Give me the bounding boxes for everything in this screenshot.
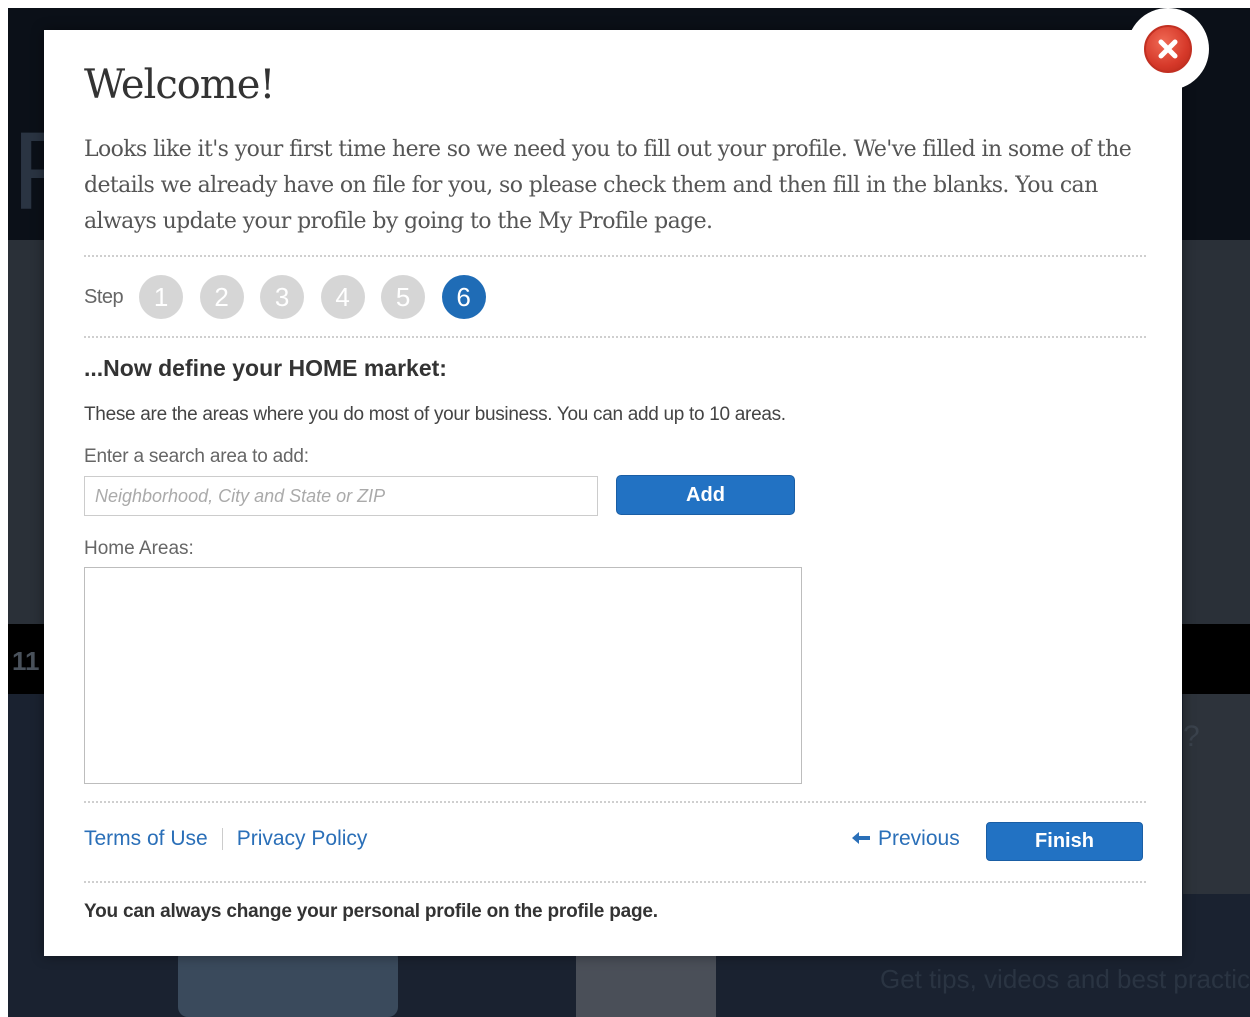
home-areas-label: Home Areas: bbox=[84, 538, 194, 559]
background-tips-text: Get tips, videos and best practice bbox=[880, 964, 1250, 994]
step-label: Step bbox=[84, 285, 124, 308]
finish-button[interactable]: Finish bbox=[986, 822, 1143, 861]
step-6-current: 6 bbox=[441, 275, 486, 319]
step-1[interactable]: 1 bbox=[139, 275, 184, 319]
step-indicator: Step 1 2 3 4 5 6 bbox=[84, 275, 502, 319]
welcome-modal: Welcome! Looks like it's your first time… bbox=[44, 30, 1182, 956]
step-5[interactable]: 5 bbox=[381, 275, 426, 319]
divider bbox=[84, 881, 1146, 883]
footer-links: Terms of Use Privacy Policy bbox=[84, 827, 367, 851]
previous-label: Previous bbox=[878, 827, 960, 850]
intro-text: Looks like it's your first time here so … bbox=[84, 137, 1132, 234]
divider bbox=[84, 255, 1146, 257]
terms-of-use-link[interactable]: Terms of Use bbox=[84, 827, 208, 851]
divider bbox=[84, 801, 1146, 803]
section-heading: ...Now define your HOME market: bbox=[84, 355, 447, 381]
step-2[interactable]: 2 bbox=[199, 275, 244, 319]
home-areas-list[interactable] bbox=[84, 567, 802, 784]
add-area-button[interactable]: Add bbox=[616, 475, 795, 515]
background-number: 11 bbox=[12, 646, 40, 676]
link-separator bbox=[221, 828, 223, 850]
section-description: These are the areas where you do most of… bbox=[84, 404, 786, 425]
divider bbox=[84, 336, 1146, 338]
step-4[interactable]: 4 bbox=[320, 275, 365, 319]
close-x-icon bbox=[1144, 25, 1192, 73]
bottom-note: You can always change your personal prof… bbox=[84, 901, 658, 922]
search-area-label: Enter a search area to add: bbox=[84, 446, 309, 467]
modal-title: Welcome! bbox=[84, 62, 275, 108]
background-thumbnail bbox=[576, 952, 716, 1017]
previous-link[interactable]: Previous bbox=[852, 827, 960, 851]
arrow-left-icon bbox=[852, 828, 870, 851]
background-question-mark: ? bbox=[1183, 720, 1200, 753]
search-area-input[interactable] bbox=[84, 476, 598, 516]
step-3[interactable]: 3 bbox=[260, 275, 305, 319]
privacy-policy-link[interactable]: Privacy Policy bbox=[237, 827, 368, 851]
close-button[interactable] bbox=[1127, 8, 1209, 90]
background-image bbox=[178, 948, 398, 1017]
